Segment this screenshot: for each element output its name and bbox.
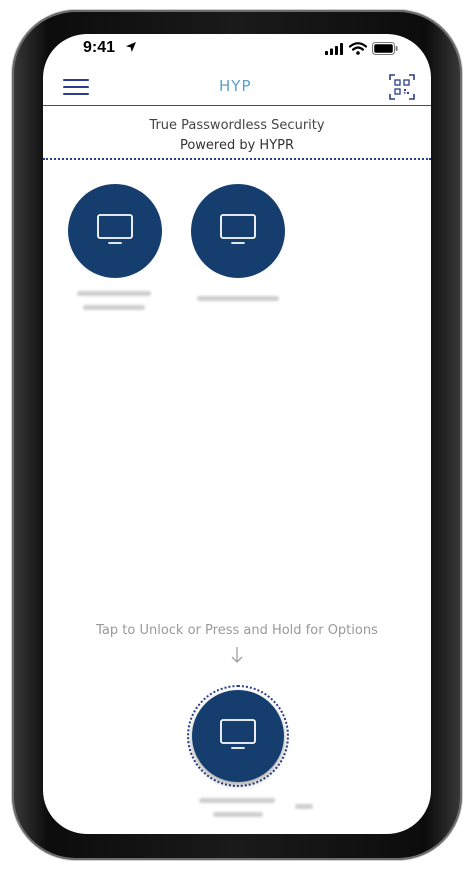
menu-button[interactable] [63, 77, 89, 97]
device-button-2[interactable] [191, 184, 285, 278]
primary-device-name-redacted [199, 798, 275, 803]
primary-device-extra-redacted [295, 804, 313, 809]
hamburger-menu-icon [63, 79, 89, 81]
unlock-hint: Tap to Unlock or Press and Hold for Opti… [96, 623, 378, 638]
monitor-icon [220, 719, 256, 749]
status-time: 9:41 [83, 39, 116, 56]
cellular-signal-icon [325, 43, 343, 55]
monitor-icon [97, 214, 133, 244]
tagline: True Passwordless Security Powered by HY… [43, 116, 431, 156]
device-1-subname-redacted [83, 305, 145, 310]
wifi-icon [349, 42, 367, 55]
app-canvas: 9:41 HYP True Passwordless Security Powe… [0, 0, 474, 869]
qr-scan-icon[interactable] [389, 73, 415, 101]
arrow-down-icon [231, 647, 243, 663]
battery-icon [372, 42, 398, 55]
device-button-1[interactable] [68, 184, 162, 278]
status-bar: 9:41 [43, 34, 431, 60]
tagline-line-2: Powered by HYPR [179, 138, 295, 153]
monitor-icon [220, 214, 256, 244]
tagline-divider [43, 158, 431, 160]
logo-text: HYPR [219, 77, 253, 95]
app-header: HYPR [43, 69, 431, 106]
location-arrow-icon [126, 42, 136, 52]
primary-device-button[interactable] [192, 690, 284, 782]
hypr-logo: HYPR [219, 77, 253, 95]
phone-screen: 9:41 HYP True Passwordless Security Powe… [43, 34, 431, 834]
tagline-line-1: True Passwordless Security [149, 118, 325, 133]
primary-device-subname-redacted [213, 812, 263, 817]
device-1-name-redacted [77, 291, 151, 296]
device-2-name-redacted [197, 296, 279, 301]
